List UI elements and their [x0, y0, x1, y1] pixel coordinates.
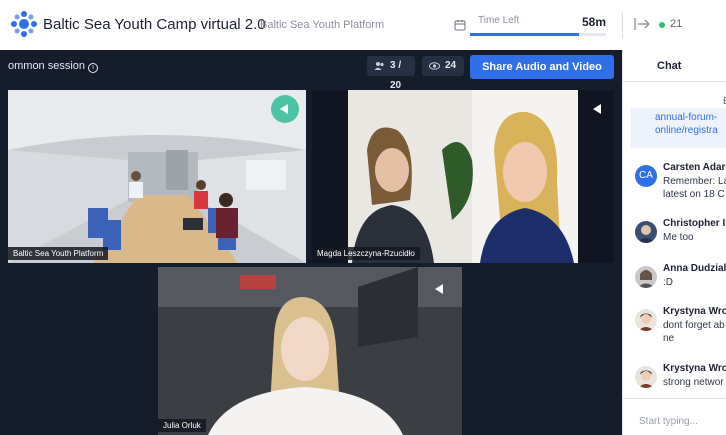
- message-line: latest on 18 C: [663, 189, 725, 200]
- link-line: annual-forum-: [655, 112, 718, 123]
- camp-logo-icon: [11, 11, 37, 37]
- message-text: strong networ: [663, 376, 724, 389]
- registration-link[interactable]: annual-forum- online/registra: [655, 111, 718, 137]
- session-title: ommon session i: [8, 60, 99, 73]
- message-author: Krystyna Wro: [663, 306, 726, 317]
- magda-video-image: [312, 90, 614, 263]
- tile-label: Magda Leszczyna-Rzucidło: [312, 247, 420, 260]
- chat-panel: Chat E annual-forum- online/registra CA …: [622, 50, 726, 435]
- header-divider: [622, 12, 623, 38]
- viewers-count: 24: [445, 60, 457, 71]
- video-tile-room[interactable]: Baltic Sea Youth Platform: [8, 90, 306, 263]
- speaker-icon: [271, 95, 299, 123]
- message-author: Carsten Adar: [663, 162, 726, 173]
- message-line: Remember: La: [663, 176, 726, 187]
- online-count: 21: [670, 18, 683, 30]
- time-left-progress-fill: [470, 33, 579, 36]
- message-author: Krystyna Wro: [663, 363, 726, 374]
- room-video-image: [8, 90, 306, 263]
- link-line: online/registra: [655, 125, 718, 136]
- top-bar: Baltic Sea Youth Camp virtual 2.0 Baltic…: [0, 0, 726, 50]
- calendar-icon: [454, 20, 466, 31]
- message-line: :D: [663, 277, 673, 288]
- message-line: strong networ: [663, 377, 724, 388]
- avatar: [635, 221, 657, 243]
- message-text: :D: [663, 276, 673, 289]
- time-left-value: 58m: [582, 15, 607, 29]
- video-tile-magda[interactable]: Magda Leszczyna-Rzucidło: [312, 90, 614, 263]
- message-line: Me too: [663, 232, 694, 243]
- speaker-icon: [593, 104, 601, 114]
- participants-badge: 3 / 20: [367, 56, 415, 91]
- tile-label: Baltic Sea Youth Platform: [8, 247, 109, 260]
- share-audio-video-button[interactable]: Share Audio and Video: [470, 55, 614, 79]
- avatar: CA: [635, 165, 657, 187]
- app-title: Baltic Sea Youth Camp virtual 2.0: [43, 16, 266, 33]
- session-title-text: ommon session: [8, 60, 86, 72]
- speaker-icon: [435, 284, 443, 294]
- chat-header: Chat: [623, 50, 726, 82]
- eye-icon: [429, 62, 440, 70]
- chat-input-divider: [623, 398, 726, 399]
- participants-count: 3 / 20: [390, 60, 402, 91]
- chat-title: Chat: [657, 60, 682, 72]
- participants-icon: [374, 62, 384, 70]
- video-stage: ommon session i 3 / 20 24 Share Audio and…: [0, 50, 622, 435]
- julia-video-image: [158, 267, 462, 435]
- tile-label: Julia Orluk: [158, 419, 206, 432]
- avatar: [635, 266, 657, 288]
- leave-icon[interactable]: [634, 16, 652, 32]
- message-line: ne: [663, 333, 675, 344]
- message-text: dont forget ab ne: [663, 319, 725, 345]
- info-icon[interactable]: i: [88, 63, 99, 73]
- message-text: Me too: [663, 231, 694, 244]
- viewers-badge: 24: [422, 56, 464, 76]
- message-author: Anna Dudzial: [663, 263, 726, 274]
- avatar: [635, 309, 657, 331]
- message-line: dont forget ab: [663, 320, 725, 331]
- time-left-label: Time Left: [478, 15, 520, 26]
- chat-input[interactable]: Start typing...: [639, 416, 698, 427]
- time-left-progress: [470, 33, 606, 36]
- message-text: Remember: La latest on 18 C: [663, 175, 726, 201]
- message-author: Christopher I: [663, 218, 726, 229]
- avatar: [635, 366, 657, 388]
- organizer-name: Baltic Sea Youth Platform: [260, 19, 385, 31]
- online-indicator-icon: [659, 22, 665, 28]
- video-tile-julia[interactable]: Julia Orluk: [158, 267, 462, 435]
